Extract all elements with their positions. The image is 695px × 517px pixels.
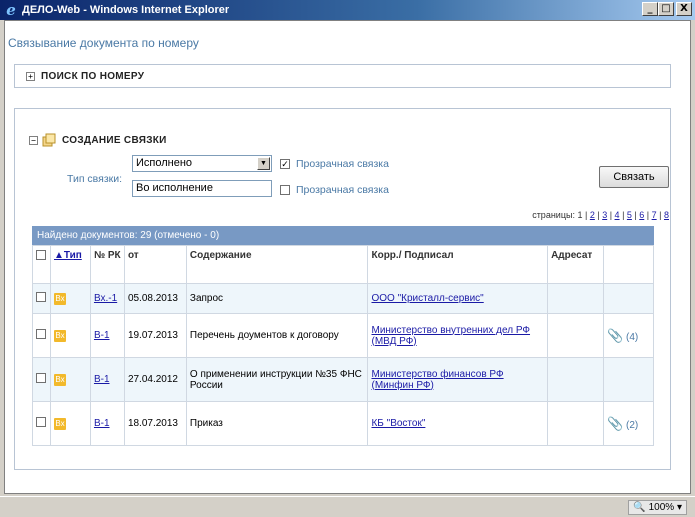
row-content: Перечень доументов к договору xyxy=(185,313,369,358)
transparent-link-label-2: Прозрачная связка xyxy=(296,184,389,196)
corr-link[interactable]: КБ "Восток" xyxy=(371,418,425,429)
table-row: Вх Вх.-1 05.08.2013 Запрос ООО "Кристалл… xyxy=(32,283,654,314)
row-checkbox[interactable] xyxy=(36,329,46,339)
row-checkbox[interactable] xyxy=(36,292,46,302)
attachment-count: (2) xyxy=(626,419,639,431)
link-type-label: Тип связки: xyxy=(67,173,123,185)
zoom-level: 100% xyxy=(648,502,675,513)
pager-link-8[interactable]: 8 xyxy=(664,210,669,220)
paperclip-icon[interactable]: 📎 xyxy=(607,416,623,431)
link-type-input-value: Во исполнение xyxy=(136,182,213,194)
row-content: Запрос xyxy=(185,283,369,314)
window-titlebar: e ДЕЛО-Web - Windows Internet Explorer _… xyxy=(0,0,695,20)
row-date: 05.08.2013 xyxy=(123,283,187,314)
transparent-link-checkbox-2[interactable] xyxy=(280,185,290,195)
pagination: страницы: 1 | 2 | 3 | 4 | 5 | 6 | 7 | 8 xyxy=(532,210,669,220)
status-bar: 🔍 100% ▾ xyxy=(0,496,695,517)
pager-current: 1 xyxy=(577,210,583,220)
expand-toggle-icon[interactable]: + xyxy=(26,72,35,81)
row-attachments: 📎 (4) xyxy=(603,313,654,358)
rk-link[interactable]: Вх.-1 xyxy=(94,293,117,304)
column-header-corr: Корр./ Подписал xyxy=(367,245,549,284)
search-panel-title[interactable]: ПОИСК ПО НОМЕРУ xyxy=(41,71,144,82)
link-type-input[interactable]: Во исполнение xyxy=(132,180,272,197)
row-content: Приказ xyxy=(185,401,369,446)
rk-link[interactable]: В-1 xyxy=(94,330,110,341)
chevron-down-icon[interactable]: ▼ xyxy=(257,157,270,170)
pager-link-4[interactable]: 4 xyxy=(615,210,620,220)
select-all-checkbox[interactable] xyxy=(36,250,46,260)
pager-link-2[interactable]: 2 xyxy=(590,210,595,220)
row-attachments xyxy=(603,283,654,314)
column-header-content: Содержание xyxy=(185,245,369,284)
paperclip-icon[interactable]: 📎 xyxy=(607,328,623,343)
corr-link[interactable]: ООО "Кристалл-сервис" xyxy=(371,293,483,304)
pager-link-5[interactable]: 5 xyxy=(627,210,632,220)
pager-link-7[interactable]: 7 xyxy=(652,210,657,220)
transparent-link-label-1: Прозрачная связка xyxy=(296,158,389,170)
incoming-doc-icon: Вх xyxy=(53,373,66,386)
table-header-row: ▲Тип № РК от Содержание Корр./ Подписал … xyxy=(32,245,654,284)
page-title: Связывание документа по номеру xyxy=(8,36,199,50)
corr-link[interactable]: Министерство финансов РФ (Минфин РФ) xyxy=(371,369,503,391)
incoming-doc-icon: Вх xyxy=(53,417,66,430)
column-header-from: от xyxy=(123,245,187,284)
collapse-toggle-icon[interactable]: − xyxy=(29,136,38,145)
incoming-doc-icon: Вх xyxy=(53,292,66,305)
row-attachments xyxy=(603,357,654,402)
close-button[interactable]: X xyxy=(676,2,692,16)
corr-link[interactable]: Министерство внутренних дел РФ (МВД РФ) xyxy=(371,325,530,347)
row-content: О применении инструкции №35 ФНС России xyxy=(185,357,369,402)
create-panel-title: СОЗДАНИЕ СВЯЗКИ xyxy=(62,135,167,146)
attachment-count: (4) xyxy=(626,331,639,343)
row-date: 19.07.2013 xyxy=(123,313,187,358)
window-title: ДЕЛО-Web - Windows Internet Explorer xyxy=(22,4,230,16)
row-attachments: 📎 (2) xyxy=(603,401,654,446)
row-checkbox[interactable] xyxy=(36,373,46,383)
row-addressee xyxy=(547,401,605,446)
zoom-control[interactable]: 🔍 100% ▾ xyxy=(628,500,687,515)
table-row: Вх В-1 18.07.2013 Приказ КБ "Восток" 📎 (… xyxy=(32,401,654,446)
rk-link[interactable]: В-1 xyxy=(94,374,110,385)
sort-by-type-link[interactable]: ▲Тип xyxy=(54,250,82,261)
incoming-doc-icon: Вх xyxy=(53,329,66,342)
column-header-addressee: Адресат xyxy=(547,245,605,284)
table-row: Вх В-1 27.04.2012 О применении инструкци… xyxy=(32,357,654,402)
row-addressee xyxy=(547,313,605,358)
pager-link-3[interactable]: 3 xyxy=(602,210,607,220)
documents-table: ▲Тип № РК от Содержание Корр./ Подписал … xyxy=(32,245,654,446)
zoom-icon: 🔍 xyxy=(633,502,646,513)
maximize-button[interactable]: □ xyxy=(658,2,674,16)
internet-explorer-icon: e xyxy=(6,1,16,19)
link-type-select[interactable]: Исполнено ▼ xyxy=(132,155,272,172)
link-folder-icon xyxy=(42,133,56,147)
link-button[interactable]: Связать xyxy=(599,166,669,188)
pager-label: страницы: xyxy=(532,210,575,220)
row-addressee xyxy=(547,283,605,314)
rk-link[interactable]: В-1 xyxy=(94,418,110,429)
row-date: 27.04.2012 xyxy=(123,357,187,402)
column-header-rk: № РК xyxy=(89,245,125,284)
row-addressee xyxy=(547,357,605,402)
pager-link-6[interactable]: 6 xyxy=(639,210,644,220)
search-panel: + ПОИСК ПО НОМЕРУ xyxy=(14,64,671,88)
results-caption: Найдено документов: 29 (отмечено - 0) xyxy=(32,226,654,245)
table-row: Вх В-1 19.07.2013 Перечень доументов к д… xyxy=(32,313,654,358)
transparent-link-checkbox-1[interactable]: ✓ xyxy=(280,159,290,169)
row-checkbox[interactable] xyxy=(36,417,46,427)
minimize-button[interactable]: _ xyxy=(642,2,658,16)
column-header-attachments xyxy=(603,245,654,284)
link-type-select-value: Исполнено xyxy=(136,157,193,169)
row-date: 18.07.2013 xyxy=(123,401,187,446)
